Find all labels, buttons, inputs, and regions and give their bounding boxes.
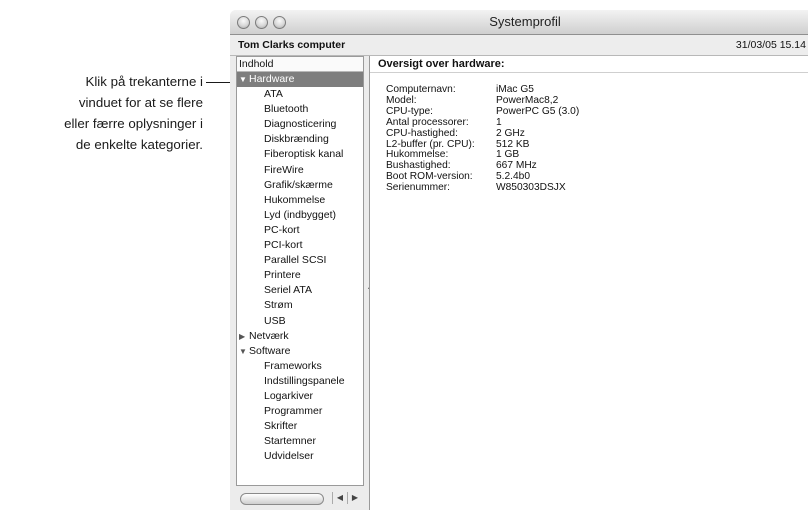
- spec-value: 5.2.4b0: [496, 171, 530, 183]
- sidebar-item-label: PC-kort: [264, 223, 300, 236]
- callout-line-2: vinduet for at se flere: [78, 95, 203, 110]
- sidebar-item-ata[interactable]: ATA: [237, 87, 363, 102]
- sidebar-item-str-m[interactable]: Strøm: [237, 298, 363, 313]
- sidebar-header[interactable]: Indhold: [237, 57, 363, 72]
- sidebar-item-label: Grafik/skærme: [264, 178, 333, 191]
- spec-value: iMac G5: [496, 84, 534, 95]
- sidebar-item-lyd-indbygget[interactable]: Lyd (indbygget): [237, 208, 363, 223]
- sidebar-item-startemner[interactable]: Startemner: [237, 434, 363, 449]
- spec-value: 512 KB: [496, 138, 530, 150]
- section-divider: [370, 72, 808, 73]
- sidebar-item-label: Programmer: [264, 405, 323, 418]
- sidebar-item-label: PCI-kort: [264, 239, 303, 252]
- sidebar-item-pc-kort[interactable]: PC-kort: [237, 223, 363, 238]
- spec-row: CPU-hastighed: 2 GHz: [386, 127, 579, 140]
- computer-name: Tom Clarks computer: [238, 39, 346, 51]
- sidebar-item-parallel-scsi[interactable]: Parallel SCSI: [237, 253, 363, 268]
- spec-row: Antal processorer: 1: [386, 116, 579, 129]
- sidebar-item-software[interactable]: ▼ Software: [237, 344, 363, 359]
- sidebar-item-label: Skrifter: [264, 420, 298, 433]
- sidebar-item-udvidelser[interactable]: Udvidelser: [237, 449, 363, 464]
- sidebar-item-label: Netværk: [249, 329, 289, 342]
- sidebar-item-label: Indstillingspanele: [264, 374, 345, 387]
- disclosure-triangle-right-icon[interactable]: ▶: [239, 329, 249, 344]
- sidebar-item-label: Logarkiver: [264, 389, 314, 402]
- sidebar-item-label: Hardware: [249, 73, 295, 85]
- spec-value: 1 GB: [496, 149, 520, 161]
- sidebar-item-seriel-ata[interactable]: Seriel ATA: [237, 283, 363, 298]
- spec-label: CPU-hastighed:: [386, 127, 458, 139]
- sidebar-item-label: Seriel ATA: [264, 284, 313, 297]
- scroll-left-arrow-icon[interactable]: ◀: [332, 492, 347, 504]
- sidebar-item-grafik-sk-rme[interactable]: Grafik/skærme: [237, 178, 363, 193]
- sidebar-item-usb[interactable]: USB: [237, 314, 363, 329]
- sidebar-item-label: Lyd (indbygget): [264, 208, 336, 221]
- sidebar-item-skrifter[interactable]: Skrifter: [237, 419, 363, 434]
- sidebar-item-printere[interactable]: Printere: [237, 268, 363, 283]
- callout-line-3: eller færre oplysninger i: [64, 116, 203, 131]
- sidebar-item-label: USB: [264, 314, 286, 327]
- spec-value: W850303DSJX: [496, 182, 566, 194]
- contents-tree: ▼ Hardware ATA Bluetooth Diagnosticering Disk…: [237, 72, 363, 464]
- callout-line-4: de enkelte kategorier.: [75, 137, 203, 152]
- sidebar-item-label: Frameworks: [264, 359, 322, 372]
- sidebar-item-label: Diagnosticering: [264, 118, 337, 131]
- sidebar-item-hardware[interactable]: ▼ Hardware: [237, 72, 363, 88]
- spec-value: 2 GHz: [496, 127, 525, 139]
- spec-value: 667 MHz: [496, 160, 537, 172]
- disclosure-triangle-down-icon[interactable]: ▼: [239, 344, 249, 359]
- contents-sidebar: Indhold ▼ Hardware ATA Bluetooth Diagnostice…: [236, 56, 364, 486]
- sidebar-item-hukommelse[interactable]: Hukommelse: [237, 193, 363, 208]
- sidebar-item-fiberoptisk-kanal[interactable]: Fiberoptisk kanal: [237, 147, 363, 162]
- sidebar-item-label: Udvidelser: [264, 450, 314, 463]
- spec-value: PowerMac8,2: [496, 94, 559, 106]
- section-title: Oversigt over hardware:: [378, 58, 505, 70]
- sidebar-item-label: Software: [249, 344, 291, 357]
- sidebar-item-label: Bluetooth: [264, 103, 309, 116]
- sidebar-item-label: Strøm: [264, 299, 293, 312]
- sidebar-item-label: Diskbrænding: [264, 133, 329, 146]
- sidebar-item-netv-rk[interactable]: ▶ Netværk: [237, 329, 363, 344]
- report-datetime: 31/03/05 15.14: [735, 39, 806, 51]
- disclosure-triangle-down-icon[interactable]: ▼: [239, 72, 249, 87]
- sidebar-item-programmer[interactable]: Programmer: [237, 404, 363, 419]
- info-bar: Tom Clarks computer 31/03/05 15.14: [230, 35, 808, 56]
- spec-value: 1: [496, 116, 502, 128]
- spec-row: Serienummer: W850303DSJX: [386, 182, 579, 194]
- callout-text: Klik på trekanterne i vinduet for at se …: [0, 71, 203, 155]
- title-bar[interactable]: Systemprofil: [230, 10, 808, 35]
- scroll-right-arrow-icon[interactable]: ▶: [347, 492, 362, 504]
- sidebar-item-label: Fiberoptisk kanal: [264, 148, 344, 161]
- system-profiler-window: Systemprofil Tom Clarks computer 31/03/0…: [230, 10, 808, 510]
- spec-label: Serienummer:: [386, 182, 450, 194]
- sidebar-item-diagnosticering[interactable]: Diagnosticering: [237, 117, 363, 132]
- sidebar-item-indstillingspanele[interactable]: Indstillingspanele: [237, 374, 363, 389]
- spec-value: PowerPC G5 (3.0): [496, 105, 580, 117]
- sidebar-item-label: Startemner: [264, 435, 316, 448]
- scroll-thumb[interactable]: [240, 493, 324, 505]
- sidebar-item-logarkiver[interactable]: Logarkiver: [237, 389, 363, 404]
- sidebar-item-label: Hukommelse: [264, 193, 326, 206]
- sidebar-item-diskbr-nding[interactable]: Diskbrænding: [237, 132, 363, 147]
- sidebar-item-frameworks[interactable]: Frameworks: [237, 359, 363, 374]
- sidebar-item-label: ATA: [264, 88, 283, 101]
- sidebar-item-label: FireWire: [264, 163, 304, 176]
- hardware-specs: Computernavn: iMac G5 Model: PowerMac8,2 CPU…: [386, 84, 580, 194]
- sidebar-item-firewire[interactable]: FireWire: [237, 163, 363, 178]
- callout-line-1: Klik på trekanterne i: [85, 74, 203, 89]
- detail-pane: Oversigt over hardware: Computernavn: iMa…: [369, 56, 808, 510]
- spec-label: Antal processorer:: [386, 116, 469, 128]
- sidebar-item-label: Parallel SCSI: [264, 254, 327, 267]
- sidebar-item-bluetooth[interactable]: Bluetooth: [237, 102, 363, 117]
- window-title: Systemprofil: [489, 14, 561, 29]
- sidebar-item-pci-kort[interactable]: PCI-kort: [237, 238, 363, 253]
- sidebar-item-label: Printere: [264, 269, 301, 282]
